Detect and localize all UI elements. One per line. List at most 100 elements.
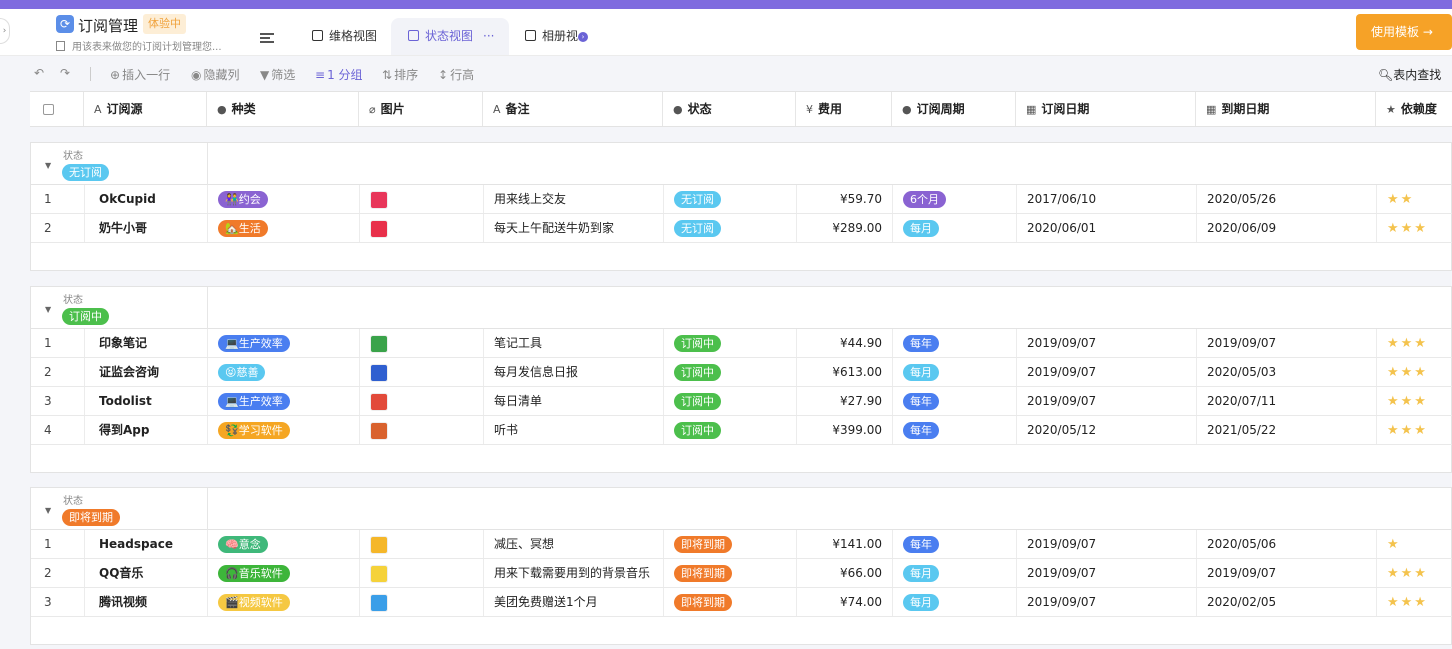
dependency-cell[interactable]: ★★★ <box>1376 416 1452 444</box>
start-date-cell[interactable]: 2019/09/07 <box>1016 387 1196 415</box>
fee-cell[interactable]: ¥66.00 <box>796 559 892 587</box>
undo-icon[interactable]: ↶ <box>34 66 44 80</box>
cycle-cell[interactable]: 每年 <box>892 530 1016 558</box>
image-cell[interactable] <box>359 559 483 587</box>
category-cell[interactable]: 💱学习软件 <box>207 416 359 444</box>
category-cell[interactable]: 😝慈善 <box>207 358 359 386</box>
column-header-category[interactable]: ● 种类 <box>206 92 358 126</box>
end-date-cell[interactable]: 2019/09/07 <box>1196 559 1376 587</box>
status-cell[interactable]: 订阅中 <box>663 358 796 386</box>
column-header-end-date[interactable]: ▦ 到期日期 <box>1195 92 1375 126</box>
row-index[interactable]: 1 <box>31 185 84 213</box>
use-template-button[interactable]: 使用模板 → <box>1356 14 1452 50</box>
note-cell[interactable]: 每天上午配送牛奶到家 <box>483 214 663 242</box>
fee-cell[interactable]: ¥141.00 <box>796 530 892 558</box>
row-index[interactable]: 3 <box>31 588 84 616</box>
hide-columns-button[interactable]: ◉ 隐藏列 <box>191 66 240 83</box>
source-cell[interactable]: OkCupid <box>84 185 207 213</box>
status-cell[interactable]: 无订阅 <box>663 185 796 213</box>
dependency-cell[interactable]: ★★★ <box>1376 214 1452 242</box>
dependency-cell[interactable]: ★★★ <box>1376 358 1452 386</box>
status-cell[interactable]: 即将到期 <box>663 588 796 616</box>
table-row[interactable]: 2 QQ音乐 🎧音乐软件 用来下载需要用到的背景音乐 即将到期 ¥66.00 每月 2019/… <box>31 559 1452 588</box>
source-cell[interactable]: Headspace <box>84 530 207 558</box>
app-logo-thumbnail[interactable] <box>370 421 388 440</box>
image-cell[interactable] <box>359 387 483 415</box>
fee-cell[interactable]: ¥74.00 <box>796 588 892 616</box>
insert-row-button[interactable]: ⊕ 插入一行 <box>110 66 170 83</box>
app-logo-thumbnail[interactable] <box>370 593 388 612</box>
dependency-cell[interactable]: ★★ <box>1376 185 1452 213</box>
start-date-cell[interactable]: 2020/05/12 <box>1016 416 1196 444</box>
start-date-cell[interactable]: 2019/09/07 <box>1016 358 1196 386</box>
source-cell[interactable]: 奶牛小哥 <box>84 214 207 242</box>
category-cell[interactable]: 🎧音乐软件 <box>207 559 359 587</box>
image-cell[interactable] <box>359 416 483 444</box>
app-logo-thumbnail[interactable] <box>370 334 388 353</box>
fee-cell[interactable]: ¥399.00 <box>796 416 892 444</box>
status-cell[interactable]: 即将到期 <box>663 530 796 558</box>
app-logo-thumbnail[interactable] <box>370 190 388 209</box>
table-row[interactable]: 1 印象笔记 💻生产效率 笔记工具 订阅中 ¥44.90 每年 2019/09/07 2019/… <box>31 329 1452 358</box>
cycle-cell[interactable]: 每月 <box>892 588 1016 616</box>
status-cell[interactable]: 订阅中 <box>663 416 796 444</box>
category-cell[interactable]: 🧠意念 <box>207 530 359 558</box>
start-date-cell[interactable]: 2020/06/01 <box>1016 214 1196 242</box>
source-cell[interactable]: QQ音乐 <box>84 559 207 587</box>
note-cell[interactable]: 减压、冥想 <box>483 530 663 558</box>
category-cell[interactable]: 🏡生活 <box>207 214 359 242</box>
source-cell[interactable]: 证监会咨询 <box>84 358 207 386</box>
end-date-cell[interactable]: 2020/05/06 <box>1196 530 1376 558</box>
collapse-caret-icon[interactable]: ▼ <box>45 161 51 170</box>
source-cell[interactable]: 得到App <box>84 416 207 444</box>
fee-cell[interactable]: ¥27.90 <box>796 387 892 415</box>
source-cell[interactable]: Todolist <box>84 387 207 415</box>
select-all-checkbox[interactable] <box>43 104 54 115</box>
column-header-status[interactable]: ● 状态 <box>662 92 795 126</box>
dependency-cell[interactable]: ★★★ <box>1376 387 1452 415</box>
source-cell[interactable]: 腾讯视频 <box>84 588 207 616</box>
start-date-cell[interactable]: 2019/09/07 <box>1016 559 1196 587</box>
image-cell[interactable] <box>359 588 483 616</box>
app-logo-thumbnail[interactable] <box>370 392 388 411</box>
table-description[interactable]: 用该表来做您的订阅计划管理您... <box>56 38 222 53</box>
image-cell[interactable] <box>359 185 483 213</box>
table-row[interactable]: 1 OkCupid 👫约会 用来线上交友 无订阅 ¥59.70 6个月 2017/06/10 2… <box>31 185 1452 214</box>
end-date-cell[interactable]: 2020/07/11 <box>1196 387 1376 415</box>
row-height-button[interactable]: ↕ 行高 <box>438 66 474 83</box>
end-date-cell[interactable]: 2019/09/07 <box>1196 329 1376 357</box>
end-date-cell[interactable]: 2020/05/03 <box>1196 358 1376 386</box>
column-header-start-date[interactable]: ▦ 订阅日期 <box>1015 92 1195 126</box>
note-cell[interactable]: 用来下载需要用到的背景音乐 <box>483 559 663 587</box>
category-cell[interactable]: 💻生产效率 <box>207 387 359 415</box>
dependency-cell[interactable]: ★ <box>1376 530 1452 558</box>
row-index[interactable]: 2 <box>31 358 84 386</box>
end-date-cell[interactable]: 2020/06/09 <box>1196 214 1376 242</box>
category-cell[interactable]: 🎬视频软件 <box>207 588 359 616</box>
app-logo-thumbnail[interactable] <box>370 363 388 382</box>
note-cell[interactable]: 每日清单 <box>483 387 663 415</box>
dependency-cell[interactable]: ★★★ <box>1376 588 1452 616</box>
row-index[interactable]: 2 <box>31 559 84 587</box>
align-left-icon[interactable] <box>260 31 274 45</box>
app-logo-thumbnail[interactable] <box>370 535 388 554</box>
filter-button[interactable]: ▼ 筛选 <box>260 66 295 83</box>
status-cell[interactable]: 无订阅 <box>663 214 796 242</box>
fee-cell[interactable]: ¥613.00 <box>796 358 892 386</box>
table-row[interactable]: 2 奶牛小哥 🏡生活 每天上午配送牛奶到家 无订阅 ¥289.00 每月 2020/06/01… <box>31 214 1452 243</box>
tab-status-view[interactable]: 状态视图 ··· <box>391 18 509 55</box>
column-header-source[interactable]: A 订阅源 <box>83 92 206 126</box>
status-cell[interactable]: 订阅中 <box>663 329 796 357</box>
row-index[interactable]: 1 <box>31 329 84 357</box>
column-header-fee[interactable]: ¥ 费用 <box>795 92 891 126</box>
sort-button[interactable]: ⇅ 排序 <box>382 66 418 83</box>
status-cell[interactable]: 订阅中 <box>663 387 796 415</box>
table-row[interactable]: 4 得到App 💱学习软件 听书 订阅中 ¥399.00 每年 2020/05/12 2021/… <box>31 416 1452 445</box>
row-index[interactable]: 1 <box>31 530 84 558</box>
table-row[interactable]: 2 证监会咨询 😝慈善 每月发信息日报 订阅中 ¥613.00 每月 2019/09/07 20… <box>31 358 1452 387</box>
fee-cell[interactable]: ¥59.70 <box>796 185 892 213</box>
dependency-cell[interactable]: ★★★ <box>1376 559 1452 587</box>
column-header-note[interactable]: A 备注 <box>482 92 662 126</box>
image-cell[interactable] <box>359 214 483 242</box>
cycle-cell[interactable]: 每月 <box>892 358 1016 386</box>
